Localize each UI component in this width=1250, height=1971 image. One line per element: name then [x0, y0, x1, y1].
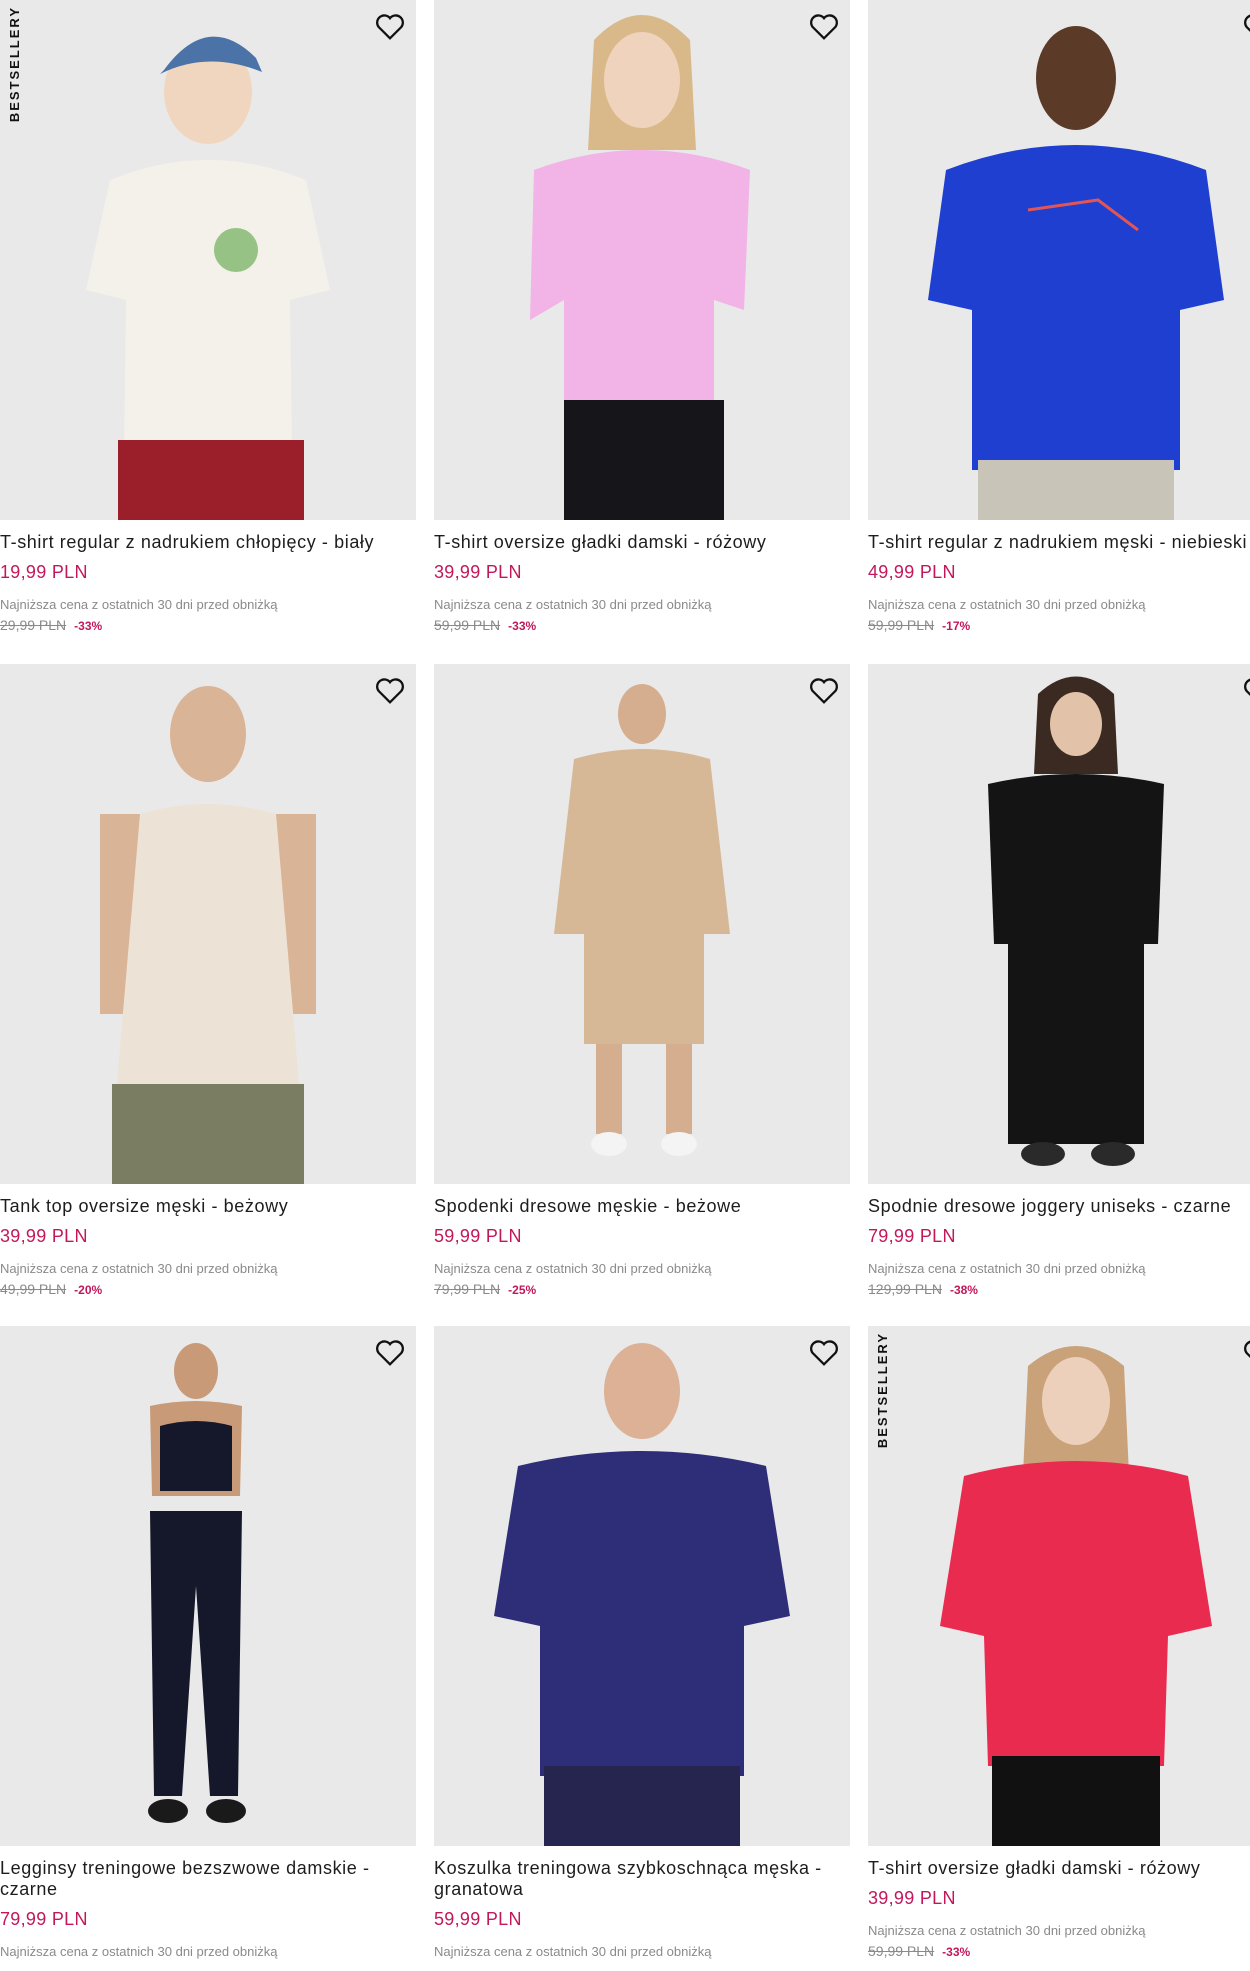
product-image[interactable] [868, 664, 1250, 1184]
lowest-price-label: Najniższa cena z ostatnich 30 dni przed … [0, 1261, 278, 1276]
product-card[interactable]: Tank top oversize męski - beżowy 39,99 P… [0, 664, 416, 1297]
old-price: 49,99 PLN [0, 1281, 67, 1297]
product-image[interactable] [434, 0, 850, 520]
lowest-price-label: Najniższa cena z ostatnich 30 dni przed … [868, 597, 1146, 612]
old-price: 129,99 PLN [868, 1281, 942, 1297]
product-price: 19,99 PLN [0, 562, 88, 582]
product-name[interactable]: Koszulka treningowa szybkoschnąca męska … [434, 1858, 834, 1900]
discount-badge: -38% [949, 1283, 978, 1297]
discount-badge: -20% [74, 1283, 103, 1297]
heart-icon[interactable] [372, 1336, 408, 1370]
discount-badge: -25% [508, 1283, 537, 1297]
product-price: 39,99 PLN [868, 1888, 956, 1908]
product-name[interactable]: T-shirt regular z nadrukiem męski - nieb… [868, 532, 1250, 553]
product-price: 59,99 PLN [434, 1909, 522, 1929]
discount-badge: -33% [942, 1945, 971, 1959]
lowest-price-label: Najniższa cena z ostatnich 30 dni przed … [868, 1923, 1146, 1938]
heart-icon[interactable] [806, 674, 842, 708]
lowest-price-label: Najniższa cena z ostatnich 30 dni przed … [0, 1944, 278, 1959]
product-image[interactable]: BESTSELLERY [868, 1326, 1250, 1846]
product-price: 79,99 PLN [868, 1226, 956, 1246]
heart-icon[interactable] [372, 10, 408, 44]
product-card[interactable]: BESTSELLERY T-shirt regular z nadrukiem … [0, 0, 416, 633]
product-card[interactable]: Legginsy treningowe bezszwowe damskie - … [0, 1326, 416, 1959]
old-price: 79,99 PLN [434, 1281, 501, 1297]
old-price: 29,99 PLN [0, 617, 67, 633]
product-image[interactable] [0, 1326, 416, 1846]
bestseller-badge: BESTSELLERY [875, 1332, 890, 1449]
product-card[interactable]: BESTSELLERY T-shirt oversize gładki dams… [868, 1326, 1250, 1959]
product-image[interactable] [0, 664, 416, 1184]
product-name[interactable]: Spodenki dresowe męskie - beżowe [434, 1196, 850, 1217]
product-card[interactable]: Koszulka treningowa szybkoschnąca męska … [434, 1326, 850, 1959]
product-price: 39,99 PLN [434, 562, 522, 582]
product-image[interactable] [434, 1326, 850, 1846]
product-grid: BESTSELLERY T-shirt regular z nadrukiem … [0, 0, 1250, 1971]
heart-icon[interactable] [806, 1336, 842, 1370]
heart-icon[interactable] [1240, 674, 1250, 708]
heart-icon[interactable] [372, 674, 408, 708]
product-card[interactable]: Spodnie dresowe joggery uniseks - czarne… [868, 664, 1250, 1297]
discount-badge: -17% [942, 619, 971, 633]
bestseller-badge: BESTSELLERY [7, 6, 22, 123]
product-name[interactable]: Spodnie dresowe joggery uniseks - czarne [868, 1196, 1250, 1217]
old-price: 59,99 PLN [434, 617, 501, 633]
product-image[interactable] [868, 0, 1250, 520]
heart-icon[interactable] [1240, 10, 1250, 44]
product-price: 59,99 PLN [434, 1226, 522, 1246]
product-image[interactable] [434, 664, 850, 1184]
product-card[interactable]: Spodenki dresowe męskie - beżowe 59,99 P… [434, 664, 850, 1297]
product-name[interactable]: Legginsy treningowe bezszwowe damskie - … [0, 1858, 400, 1900]
lowest-price-label: Najniższa cena z ostatnich 30 dni przed … [434, 1261, 712, 1276]
product-name[interactable]: T-shirt oversize gładki damski - różowy [868, 1858, 1250, 1879]
heart-icon[interactable] [1240, 1336, 1250, 1370]
product-price: 79,99 PLN [0, 1909, 88, 1929]
product-card[interactable]: T-shirt oversize gładki damski - różowy … [434, 0, 850, 633]
product-price: 39,99 PLN [0, 1226, 88, 1246]
old-price: 59,99 PLN [868, 617, 935, 633]
old-price: 59,99 PLN [868, 1943, 935, 1959]
lowest-price-label: Najniższa cena z ostatnich 30 dni przed … [0, 597, 278, 612]
product-name[interactable]: T-shirt oversize gładki damski - różowy [434, 532, 850, 553]
product-name[interactable]: T-shirt regular z nadrukiem chłopięcy - … [0, 532, 416, 553]
lowest-price-label: Najniższa cena z ostatnich 30 dni przed … [434, 1944, 712, 1959]
product-price: 49,99 PLN [868, 562, 956, 582]
product-name[interactable]: Tank top oversize męski - beżowy [0, 1196, 416, 1217]
discount-badge: -33% [508, 619, 537, 633]
lowest-price-label: Najniższa cena z ostatnich 30 dni przed … [868, 1261, 1146, 1276]
discount-badge: -33% [74, 619, 103, 633]
lowest-price-label: Najniższa cena z ostatnich 30 dni przed … [434, 597, 712, 612]
heart-icon[interactable] [806, 10, 842, 44]
product-image[interactable]: BESTSELLERY [0, 0, 416, 520]
product-card[interactable]: T-shirt regular z nadrukiem męski - nieb… [868, 0, 1250, 633]
